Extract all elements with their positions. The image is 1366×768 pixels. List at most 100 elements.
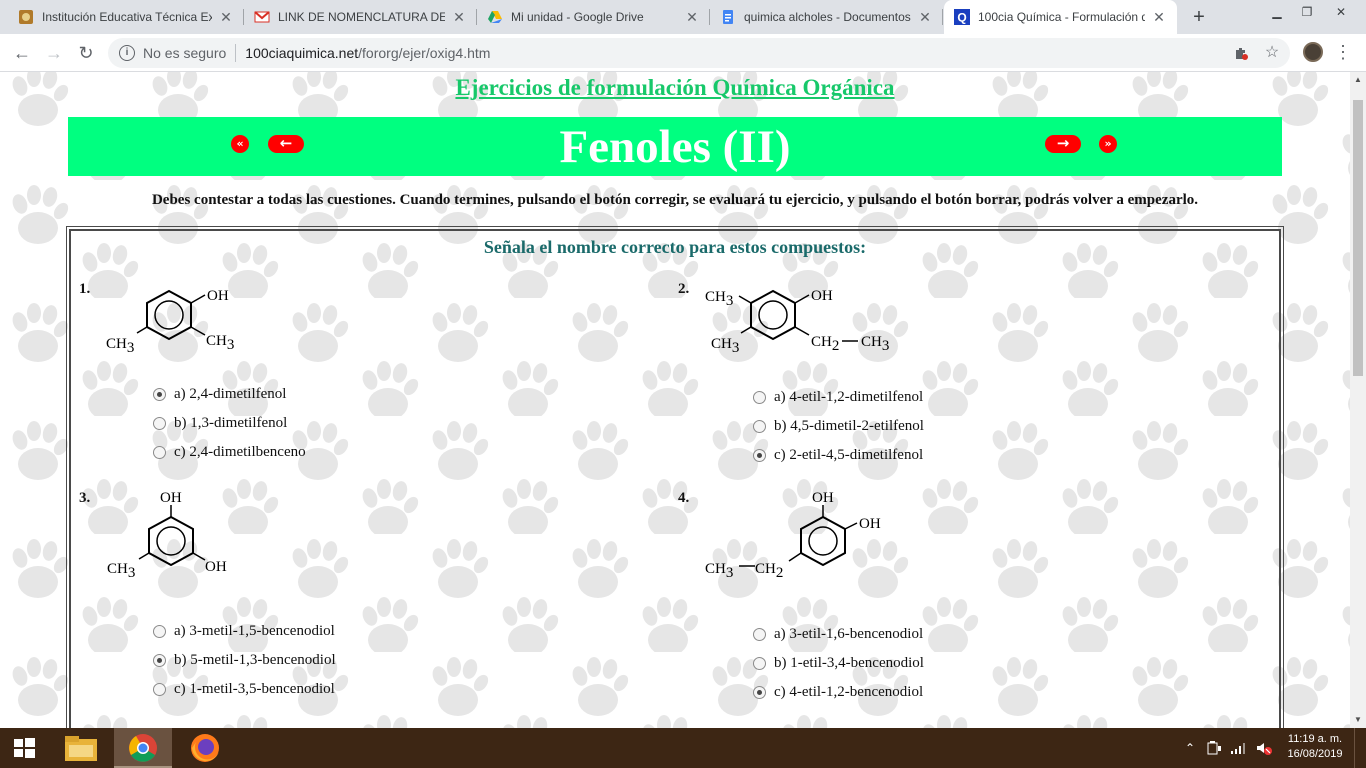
tab-gmail[interactable]: LINK DE NOMENCLATURA DE A ✕ [244,0,477,34]
ch3-label: CH [106,336,127,352]
molecule-structure-q4: OH OH CH3 CH2 [703,489,903,589]
answer-option[interactable]: b) 4,5-dimetil-2-etilfenol [753,418,924,435]
radio-button[interactable] [753,391,766,404]
close-tab-icon[interactable]: ✕ [684,9,700,26]
scroll-up-arrow-icon[interactable]: ▲ [1350,72,1366,88]
address-bar[interactable]: i No es seguro 100ciaquimica.net/fororg/… [108,38,1290,68]
show-desktop-button[interactable] [1354,728,1366,768]
subscript: 3 [732,340,740,356]
answer-option[interactable]: a) 2,4-dimetilfenol [153,386,286,403]
firefox-icon[interactable] [176,728,234,768]
info-icon[interactable]: i [119,45,135,61]
radio-button[interactable] [153,654,166,667]
security-label[interactable]: No es seguro [143,45,226,61]
radio-button[interactable] [153,625,166,638]
radio-button[interactable] [153,446,166,459]
radio-button[interactable] [153,417,166,430]
option-label: a) 3-etil-1,6-bencenodiol [774,626,924,642]
back-arrow-icon[interactable]: ← [10,41,34,65]
menu-kebab-icon[interactable]: ⋮ [1334,40,1352,64]
100cia-q-icon: Q [954,9,970,25]
battery-plug-icon[interactable] [1204,728,1224,768]
reload-icon[interactable]: ↻ [74,41,98,65]
school-crest-icon [18,9,34,25]
molecule-structure-q2: CH3 OH CH3 CH2 CH3 [703,281,903,361]
bookmark-star-icon[interactable]: ☆ [1261,42,1283,64]
ch3-label: CH [861,334,882,350]
close-tab-icon[interactable]: ✕ [451,9,467,26]
next-page-arrow-icon[interactable]: → [1045,135,1081,153]
close-tab-icon[interactable]: ✕ [218,9,234,26]
answer-option[interactable]: c) 2,4-dimetilbenceno [153,444,306,461]
system-clock[interactable]: 11:19 a. m. 16/08/2019 [1278,732,1352,762]
question-number: 4. [678,490,690,506]
gmail-icon [254,9,270,25]
option-label: c) 2,4-dimetilbenceno [174,444,306,460]
radio-button[interactable] [753,449,766,462]
url-host: 100ciaquimica.net [245,45,359,61]
oh-label: OH [207,288,229,304]
answer-option[interactable]: b) 1,3-dimetilfenol [153,415,287,432]
subscript: 2 [776,565,784,581]
answer-option[interactable]: c) 1-metil-3,5-bencenodiol [153,681,335,698]
svg-text:CH3: CH3 [705,561,733,581]
scroll-down-arrow-icon[interactable]: ▼ [1350,712,1366,728]
address-divider [235,44,237,62]
subscript: 3 [127,340,135,356]
file-explorer-icon[interactable] [52,728,110,768]
ch2-label: CH [755,561,776,577]
svg-text:CH2: CH2 [755,561,783,581]
page-content: Ejercicios de formulación Química Orgáni… [0,72,1350,728]
option-label: b) 1-etil-3,4-bencenodiol [774,655,924,671]
network-signal-icon[interactable] [1228,728,1250,768]
tab-100ciaquimica[interactable]: Q 100cia Química - Formulación d ✕ [944,0,1177,34]
windows-start-icon[interactable] [0,728,48,768]
new-tab-button[interactable]: + [1187,5,1211,29]
ch2-label: CH [811,334,832,350]
answer-option[interactable]: c) 4-etil-1,2-bencenodiol [753,684,923,701]
oh-label: OH [812,490,834,506]
tab-label: LINK DE NOMENCLATURA DE A [278,10,445,24]
scrollbar-thumb[interactable] [1353,100,1363,376]
show-hidden-icons-icon[interactable]: ⌃ [1182,728,1198,768]
oh-label: OH [160,490,182,506]
last-page-arrow-icon[interactable]: » [1099,135,1117,153]
radio-button[interactable] [753,657,766,670]
question-number: 2. [678,281,690,297]
chrome-icon[interactable] [114,728,172,768]
option-label: b) 5-metil-1,3-bencenodiol [174,652,336,668]
page-viewport: Ejercicios de formulación Química Orgáni… [0,72,1350,728]
radio-button[interactable] [753,420,766,433]
close-tab-icon[interactable]: ✕ [917,9,933,26]
option-label: b) 1,3-dimetilfenol [174,415,288,431]
option-label: a) 2,4-dimetilfenol [174,386,287,402]
site-title-link[interactable]: Ejercicios de formulación Química Orgáni… [0,75,1350,101]
oh-label: OH [859,516,881,532]
answer-option[interactable]: b) 1-etil-3,4-bencenodiol [753,655,924,672]
radio-button[interactable] [153,388,166,401]
answer-option[interactable]: a) 3-metil-1,5-bencenodiol [153,623,335,640]
answer-option[interactable]: c) 2-etil-4,5-dimetilfenol [753,447,923,464]
google-drive-icon [487,9,503,25]
tab-google-drive[interactable]: Mi unidad - Google Drive ✕ [477,0,710,34]
answer-option[interactable]: a) 4-etil-1,2-dimetilfenol [753,389,923,406]
quiz-panel: Señala el nombre correcto para estos com… [66,226,1284,728]
close-tab-icon[interactable]: ✕ [1151,9,1167,26]
tab-label: Mi unidad - Google Drive [511,10,644,24]
extension-puzzle-icon[interactable] [1230,42,1252,64]
minimize-button[interactable]: ▁ [1262,0,1292,30]
page-scrollbar[interactable]: ▲ ▼ [1350,72,1366,728]
radio-button[interactable] [153,683,166,696]
volume-muted-icon[interactable] [1254,728,1274,768]
radio-button[interactable] [753,628,766,641]
close-window-button[interactable]: ✕ [1326,0,1356,30]
answer-option[interactable]: b) 5-metil-1,3-bencenodiol [153,652,336,669]
restore-button[interactable]: ❐ [1292,0,1322,30]
svg-text:CH3: CH3 [711,336,739,356]
forward-arrow-icon[interactable]: → [42,41,66,65]
radio-button[interactable] [753,686,766,699]
tab-institucion[interactable]: Institución Educativa Técnica Ex ✕ [8,0,244,34]
tab-google-docs[interactable]: quimica alcholes - Documentos ✕ [710,0,943,34]
profile-avatar[interactable] [1303,42,1323,62]
answer-option[interactable]: a) 3-etil-1,6-bencenodiol [753,626,923,643]
